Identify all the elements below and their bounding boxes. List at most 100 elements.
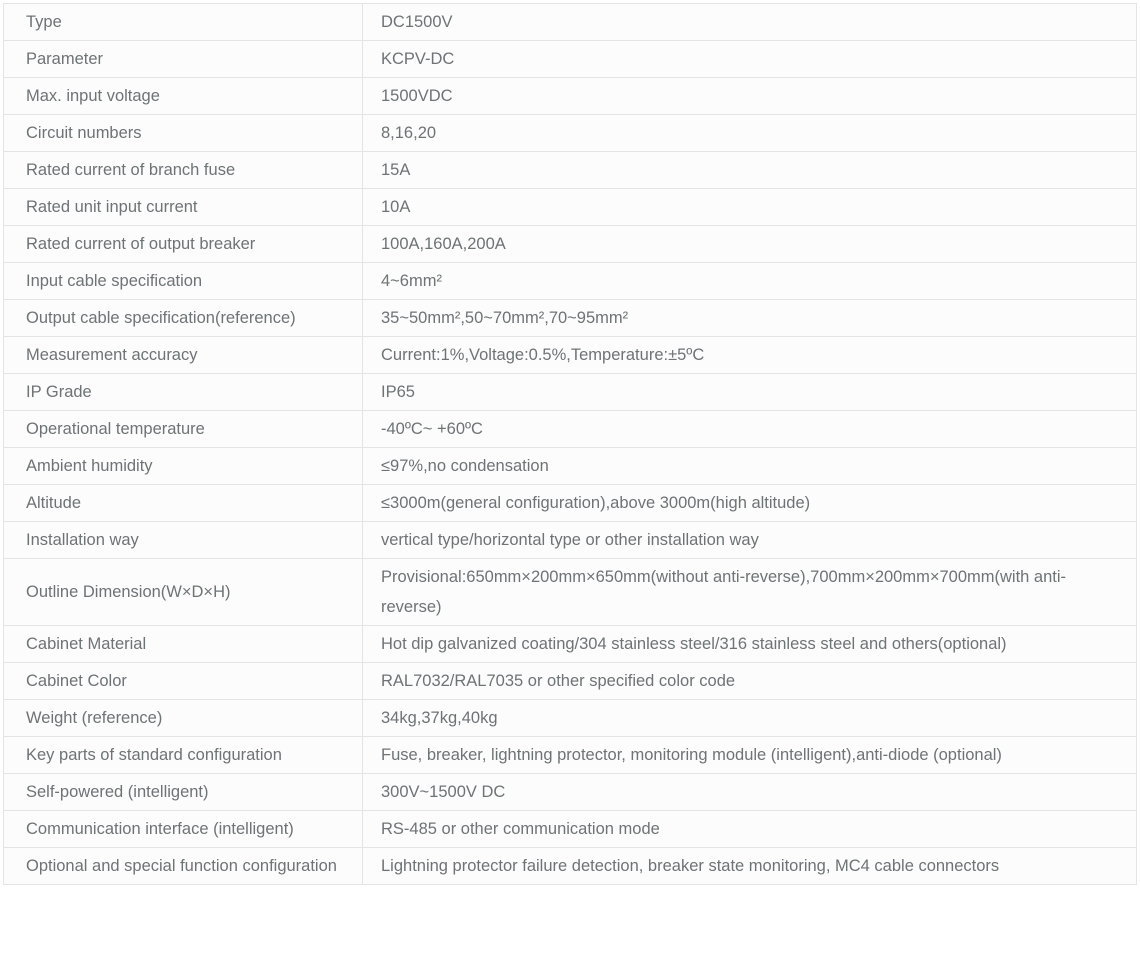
spec-value-cell: -40ºC~ +60ºC: [362, 410, 1137, 448]
table-row: Operational temperature -40ºC~ +60ºC: [3, 410, 1137, 448]
spec-label-text: Input cable specification: [26, 272, 203, 290]
table-row: Measurement accuracy Current:1%,Voltage:0…: [3, 336, 1137, 374]
spec-label-cell: Measurement accuracy: [3, 336, 363, 374]
spec-label-cell: Rated unit input current: [3, 188, 363, 226]
specification-sheet: Type DC1500V Parameter KCPV-DC Max. input vo…: [0, 0, 1140, 972]
spec-value-text: RAL7032/RAL7035 or other specified color…: [381, 672, 736, 690]
spec-value-text: Fuse, breaker, lightning protector, moni…: [381, 746, 1002, 764]
spec-label-text: Max. input voltage: [26, 87, 160, 105]
spec-value-cell: ≤3000m(general configuration),above 3000…: [362, 484, 1137, 522]
spec-label-cell: Rated current of output breaker: [3, 225, 363, 263]
table-row: Circuit numbers 8,16,20: [3, 114, 1137, 152]
spec-label-text: Parameter: [26, 50, 104, 68]
table-row: Parameter KCPV-DC: [3, 40, 1137, 78]
spec-label-text: Ambient humidity: [26, 457, 153, 475]
spec-label-cell: Input cable specification: [3, 262, 363, 300]
spec-value-cell: Hot dip galvanized coating/304 stainless…: [362, 625, 1137, 663]
spec-value-text: DC1500V: [381, 13, 453, 31]
spec-value-cell: RAL7032/RAL7035 or other specified color…: [362, 662, 1137, 700]
table-row: Ambient humidity ≤97%,no condensation: [3, 447, 1137, 485]
spec-label-cell: Ambient humidity: [3, 447, 363, 485]
spec-value-cell: 4~6mm²: [362, 262, 1137, 300]
spec-value-cell: 300V~1500V DC: [362, 773, 1137, 811]
spec-value-text: 8,16,20: [381, 124, 437, 142]
table-row: Rated current of output breaker 100A,160A…: [3, 225, 1137, 263]
table-row: Output cable specification(reference) 35~…: [3, 299, 1137, 337]
spec-value-cell: IP65: [362, 373, 1137, 411]
spec-value-cell: ≤97%,no condensation: [362, 447, 1137, 485]
spec-value-text: vertical type/horizontal type or other i…: [381, 531, 759, 549]
spec-label-cell: Installation way: [3, 521, 363, 559]
table-row: Rated unit input current 10A: [3, 188, 1137, 226]
spec-label-cell: Altitude: [3, 484, 363, 522]
table-row: Outline Dimension(W×D×H) Provisional:650m…: [3, 558, 1137, 626]
spec-label-text: Operational temperature: [26, 420, 205, 438]
spec-value-text: 35~50mm²,50~70mm²,70~95mm²: [381, 309, 629, 327]
table-row: Self-powered (intelligent) 300V~1500V DC: [3, 773, 1137, 811]
table-row: Key parts of standard configuration Fuse,…: [3, 736, 1137, 774]
table-row: Cabinet Color RAL7032/RAL7035 or other sp…: [3, 662, 1137, 700]
spec-value-text: ≤3000m(general configuration),above 3000…: [381, 494, 811, 512]
table-row: Installation way vertical type/horizontal…: [3, 521, 1137, 559]
spec-label-text: Rated current of branch fuse: [26, 161, 236, 179]
spec-value-cell: Fuse, breaker, lightning protector, moni…: [362, 736, 1137, 774]
table-row: Altitude ≤3000m(general configuration),ab…: [3, 484, 1137, 522]
spec-value-text: IP65: [381, 383, 415, 401]
spec-label-text: IP Grade: [26, 383, 92, 401]
spec-value-cell: 10A: [362, 188, 1137, 226]
spec-value-cell: KCPV-DC: [362, 40, 1137, 78]
spec-value-text: Lightning protector failure detection, b…: [381, 857, 1000, 875]
spec-value-cell: 35~50mm²,50~70mm²,70~95mm²: [362, 299, 1137, 337]
spec-value-text: -40ºC~ +60ºC: [381, 420, 483, 438]
spec-label-cell: Communication interface (intelligent): [3, 810, 363, 848]
spec-value-cell: Provisional:650mm×200mm×650mm(without an…: [362, 558, 1137, 626]
spec-value-text: RS-485 or other communication mode: [381, 820, 660, 838]
spec-label-cell: Self-powered (intelligent): [3, 773, 363, 811]
specification-table: Type DC1500V Parameter KCPV-DC Max. input vo…: [3, 3, 1137, 885]
table-row: Weight (reference) 34kg,37kg,40kg: [3, 699, 1137, 737]
spec-label-cell: Key parts of standard configuration: [3, 736, 363, 774]
spec-label-text: Self-powered (intelligent): [26, 783, 209, 801]
spec-label-cell: Circuit numbers: [3, 114, 363, 152]
spec-value-text: KCPV-DC: [381, 50, 455, 68]
spec-label-cell: Operational temperature: [3, 410, 363, 448]
spec-value-text: Current:1%,Voltage:0.5%,Temperature:±5ºC: [381, 346, 705, 364]
table-row: Input cable specification 4~6mm²: [3, 262, 1137, 300]
spec-label-text: Communication interface (intelligent): [26, 820, 294, 838]
spec-label-cell: Output cable specification(reference): [3, 299, 363, 337]
spec-value-cell: Lightning protector failure detection, b…: [362, 847, 1137, 885]
spec-value-text: 10A: [381, 198, 411, 216]
spec-label-text: Optional and special function configurat…: [26, 857, 337, 875]
table-row: Cabinet Material Hot dip galvanized coati…: [3, 625, 1137, 663]
spec-label-text: Rated unit input current: [26, 198, 198, 216]
spec-label-text: Output cable specification(reference): [26, 309, 296, 327]
spec-label-text: Cabinet Color: [26, 672, 127, 690]
spec-value-text: Hot dip galvanized coating/304 stainless…: [381, 635, 1007, 653]
spec-label-cell: Outline Dimension(W×D×H): [3, 558, 363, 626]
spec-value-text: 4~6mm²: [381, 272, 442, 290]
spec-value-cell: 34kg,37kg,40kg: [362, 699, 1137, 737]
table-row: Rated current of branch fuse 15A: [3, 151, 1137, 189]
spec-label-text: Cabinet Material: [26, 635, 147, 653]
spec-label-text: Installation way: [26, 531, 139, 549]
specification-table-body: Type DC1500V Parameter KCPV-DC Max. input vo…: [3, 3, 1137, 885]
spec-label-text: Measurement accuracy: [26, 346, 198, 364]
spec-label-cell: Max. input voltage: [3, 77, 363, 115]
table-row: IP Grade IP65: [3, 373, 1137, 411]
table-row: Communication interface (intelligent) RS-…: [3, 810, 1137, 848]
spec-value-text: 34kg,37kg,40kg: [381, 709, 498, 727]
spec-value-cell: vertical type/horizontal type or other i…: [362, 521, 1137, 559]
spec-label-cell: Cabinet Material: [3, 625, 363, 663]
spec-label-text: Altitude: [26, 494, 82, 512]
spec-value-cell: 100A,160A,200A: [362, 225, 1137, 263]
spec-value-cell: RS-485 or other communication mode: [362, 810, 1137, 848]
spec-value-text: 1500VDC: [381, 87, 453, 105]
spec-label-cell: IP Grade: [3, 373, 363, 411]
spec-value-text: 15A: [381, 161, 411, 179]
spec-value-cell: Current:1%,Voltage:0.5%,Temperature:±5ºC: [362, 336, 1137, 374]
spec-label-text: Rated current of output breaker: [26, 235, 256, 253]
spec-value-text: ≤97%,no condensation: [381, 457, 549, 475]
spec-label-text: Weight (reference): [26, 709, 163, 727]
spec-value-cell: DC1500V: [362, 3, 1137, 41]
spec-value-text: Provisional:650mm×200mm×650mm(without an…: [381, 568, 1067, 616]
